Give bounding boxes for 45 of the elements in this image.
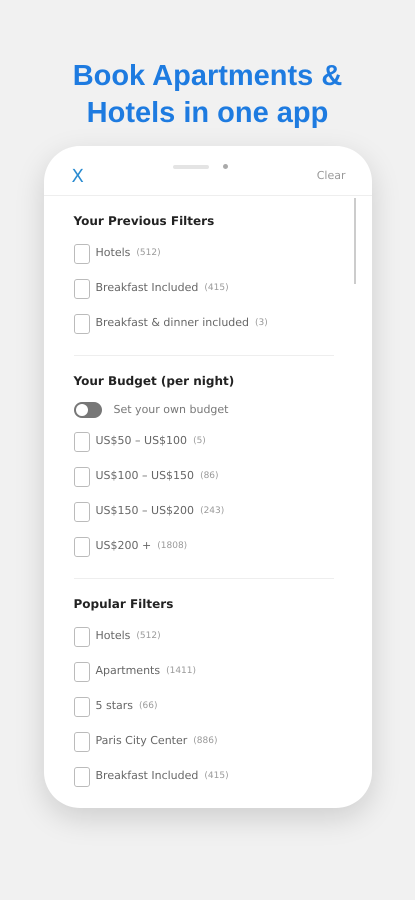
filter-label: Breakfast & dinner included <box>96 315 250 332</box>
checkbox[interactable] <box>74 536 90 556</box>
toggle-label: Set your own budget <box>114 402 228 418</box>
checkbox[interactable] <box>74 662 90 682</box>
section-title: Your Previous Filters <box>74 213 216 230</box>
checkbox[interactable] <box>74 732 90 752</box>
filter-label: US$150 – US$200 <box>96 503 194 520</box>
checkbox[interactable] <box>74 626 90 646</box>
section-title: Your Budget (per night) <box>74 373 236 390</box>
filter-count: (415) <box>204 282 229 295</box>
filter-count: (512) <box>136 630 161 643</box>
close-button[interactable]: X <box>72 163 84 190</box>
filter-count: (243) <box>200 504 224 518</box>
toggle-switch[interactable] <box>74 402 102 418</box>
checkbox[interactable] <box>74 314 90 334</box>
checkbox[interactable] <box>74 244 90 264</box>
filter-count: (66) <box>139 700 158 713</box>
filter-label: 5 stars <box>96 698 134 714</box>
filter-count: (86) <box>200 470 219 483</box>
filter-label: Breakfast Included <box>96 768 198 784</box>
checkbox[interactable] <box>74 766 90 786</box>
filter-label: Paris City Center <box>96 733 188 750</box>
filter-label: Breakfast Included <box>96 280 198 296</box>
checkbox[interactable] <box>74 466 90 486</box>
section-title: Popular Filters <box>74 596 174 613</box>
notch-drawing <box>172 164 228 169</box>
filter-count: (512) <box>136 246 161 260</box>
checkbox[interactable] <box>74 696 90 716</box>
filter-count: (415) <box>204 770 229 783</box>
clear-button[interactable]: Clear <box>316 168 346 185</box>
checkbox[interactable] <box>74 432 90 452</box>
filter-label: US$100 – US$150 <box>96 468 194 484</box>
checkbox[interactable] <box>74 502 90 522</box>
filter-label: Hotels <box>96 245 130 262</box>
filter-count: (886) <box>193 734 218 748</box>
filter-label: US$50 – US$100 <box>96 433 188 450</box>
filter-count: (1411) <box>166 664 196 678</box>
checkbox[interactable] <box>74 278 90 298</box>
filter-label: US$200 + <box>96 538 152 554</box>
filter-label: Hotels <box>96 628 130 644</box>
headline: Book Apartments & Hotels in one app <box>72 59 344 131</box>
filter-count: (5) <box>193 434 206 448</box>
filter-label: Apartments <box>96 663 160 680</box>
filter-count: (3) <box>255 316 268 330</box>
filter-count: (1808) <box>157 540 188 553</box>
